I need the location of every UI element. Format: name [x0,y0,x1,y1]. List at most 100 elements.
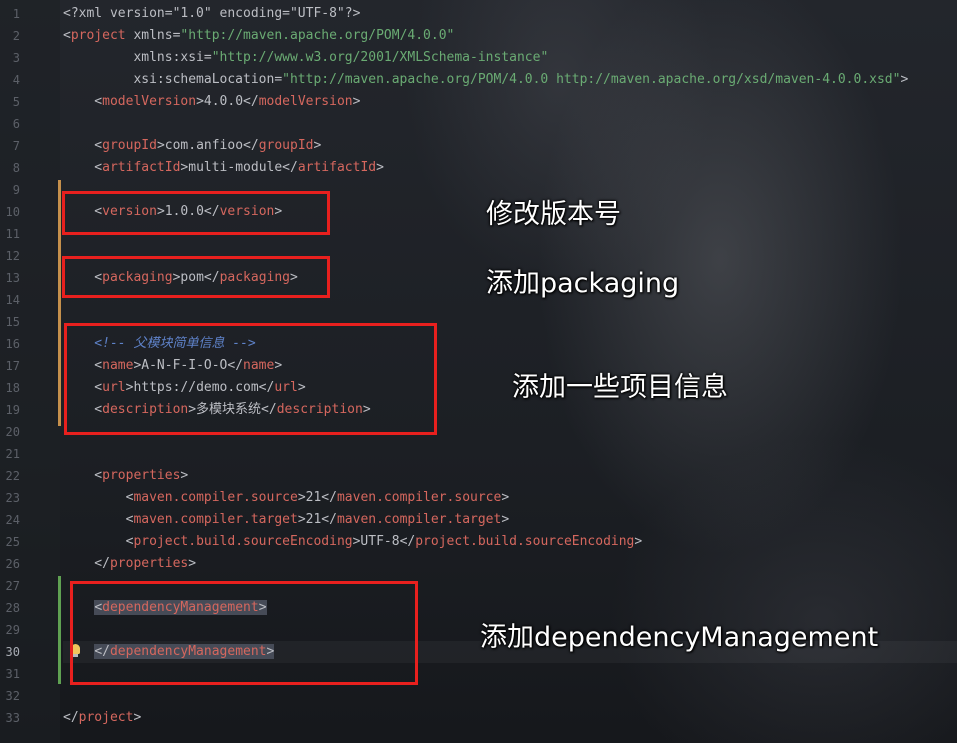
packaging-highlight-box [62,256,330,298]
line-number[interactable]: 9 [0,179,20,201]
line-number[interactable]: 27 [0,575,20,597]
code-text: </ [63,556,110,571]
xml-tag-name: properties [109,556,189,571]
line-number[interactable]: 32 [0,685,20,707]
line-number[interactable]: 18 [0,377,20,399]
code-line[interactable] [63,685,957,707]
code-text: > [133,710,142,725]
xml-attribute-value: "http://www.w3.org/2001/XMLSchema-instan… [211,50,549,65]
xml-tag-name: modelVersion [102,94,197,109]
code-text: xmlns:xsi= [63,50,212,65]
line-number[interactable]: 26 [0,553,20,575]
code-line[interactable]: <properties> [63,465,957,487]
code-text: </ [63,710,79,725]
code-text: > [900,72,909,87]
xml-tag-name: modelVersion [258,94,353,109]
line-number[interactable]: 8 [0,157,20,179]
code-line[interactable]: <maven.compiler.target>21</maven.compile… [63,509,957,531]
line-number[interactable]: 29 [0,619,20,641]
code-line[interactable]: <project.build.sourceEncoding>UTF-8</pro… [63,531,957,553]
dependency-management-highlight-box [70,581,418,685]
code-text: > [313,138,322,153]
line-number[interactable]: 23 [0,487,20,509]
code-text: < [63,160,103,175]
line-number[interactable]: 28 [0,597,20,619]
project-info-highlight-box [64,323,437,435]
line-number[interactable]: 5 [0,91,20,113]
code-text: < [63,512,134,527]
code-text: < [63,534,134,549]
code-line[interactable]: xsi:schemaLocation="http://maven.apache.… [63,69,957,91]
line-number[interactable]: 15 [0,311,20,333]
line-number[interactable]: 14 [0,289,20,311]
line-number[interactable]: 31 [0,663,20,685]
code-text: > [634,534,643,549]
line-number[interactable]: 19 [0,399,20,421]
xml-tag-name: project [78,710,134,725]
code-text: <?xml version="1.0" encoding="UTF-8"?> [63,6,361,21]
annotation-project-info: 添加一些项目信息 [512,372,728,403]
line-number[interactable]: 20 [0,421,20,443]
xml-tag-name: artifactId [102,160,181,175]
code-text: < [63,468,103,483]
xml-tag-name: maven.compiler.target [133,512,298,527]
line-number[interactable]: 2 [0,25,20,47]
xml-tag-name: maven.compiler.target [336,512,502,527]
line-number[interactable]: 22 [0,465,20,487]
code-text: < [63,138,103,153]
line-number[interactable]: 21 [0,443,20,465]
code-text: > [180,468,189,483]
code-line[interactable]: <modelVersion>4.0.0</modelVersion> [63,91,957,113]
line-number-gutter[interactable]: 1 2 3 4 5 6 7 8 9 10 11 12 13 14 15 16 17 18 19 20 21 22 23 24 2… [0,0,60,743]
code-text: xsi:schemaLocation= [63,72,283,87]
line-number[interactable]: 25 [0,531,20,553]
line-number[interactable]: 1 [0,3,20,25]
xml-tag-name: artifactId [297,160,377,175]
code-line[interactable]: xmlns:xsi="http://www.w3.org/2001/XMLSch… [63,47,957,69]
code-text: > [501,490,510,505]
line-number[interactable]: 10 [0,201,20,223]
code-line[interactable]: <?xml version="1.0" encoding="UTF-8"?> [63,3,957,25]
code-text: < [63,94,103,109]
code-text: >21</ [297,512,337,527]
xml-tag-name: project.build.sourceEncoding [133,534,353,549]
line-number[interactable]: 16 [0,333,20,355]
line-number[interactable]: 33 [0,707,20,729]
code-text: >com.anfioo</ [156,138,259,153]
xml-tag-name: groupId [258,138,314,153]
xml-attribute-value: "http://maven.apache.org/POM/4.0.0" [180,28,455,43]
annotation-version: 修改版本号 [486,199,621,230]
xml-tag-name: project [70,28,126,43]
code-text: > [501,512,510,527]
version-highlight-box [62,191,330,235]
line-number[interactable]: 6 [0,113,20,135]
changed-lines-marker[interactable] [58,180,61,426]
line-number[interactable]: 12 [0,245,20,267]
code-text: < [63,490,134,505]
xml-tag-name: maven.compiler.source [336,490,502,505]
annotation-dependency-management: 添加dependencyManagement [480,622,879,653]
code-line[interactable] [63,113,957,135]
line-number[interactable]: 30 [0,641,20,663]
line-number[interactable]: 13 [0,267,20,289]
line-number[interactable]: 24 [0,509,20,531]
xml-attribute-value: "http://maven.apache.org/POM/4.0.0 http:… [282,72,901,87]
xml-tag-name: properties [102,468,181,483]
code-text: < [63,28,71,43]
xml-tag-name: maven.compiler.source [133,490,298,505]
code-line[interactable]: <project xmlns="http://maven.apache.org/… [63,25,957,47]
code-line[interactable]: <maven.compiler.source>21</maven.compile… [63,487,957,509]
line-number[interactable]: 4 [0,69,20,91]
code-line[interactable]: <artifactId>multi-module</artifactId> [63,157,957,179]
line-number[interactable]: 11 [0,223,20,245]
code-line[interactable]: <groupId>com.anfioo</groupId> [63,135,957,157]
code-text: > [352,94,361,109]
code-text: >UTF-8</ [352,534,416,549]
line-number[interactable]: 17 [0,355,20,377]
added-lines-marker[interactable] [58,576,61,684]
line-number[interactable]: 7 [0,135,20,157]
line-number[interactable]: 3 [0,47,20,69]
code-line[interactable]: </project> [63,707,957,729]
code-line[interactable] [63,443,957,465]
code-line[interactable]: </properties> [63,553,957,575]
